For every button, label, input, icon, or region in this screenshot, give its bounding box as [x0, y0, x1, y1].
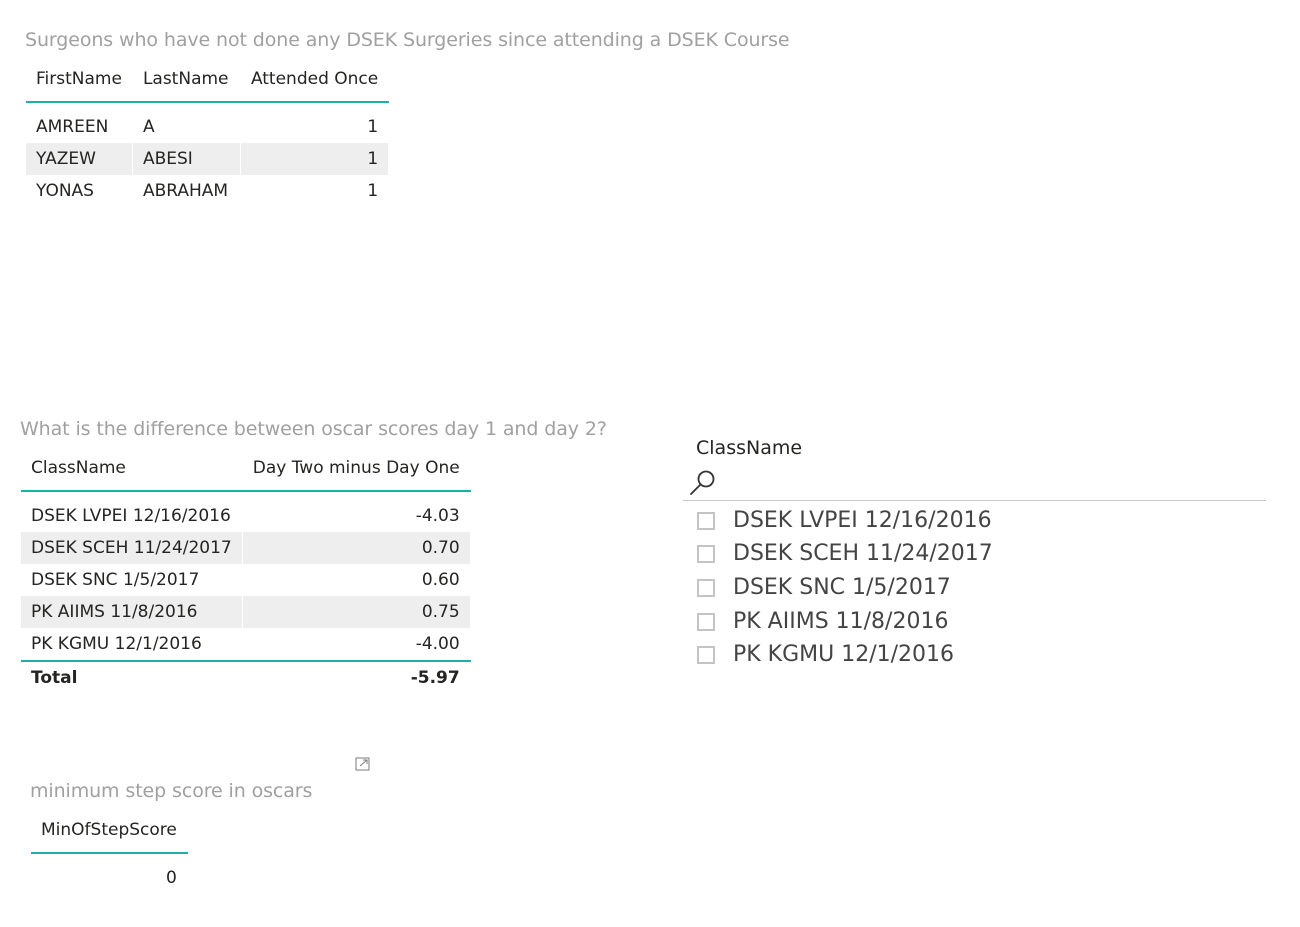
table-row[interactable]: AMREEN A 1	[26, 102, 390, 143]
total-value: -5.97	[242, 660, 471, 694]
slicer-item[interactable]: DSEK SNC 1/5/2017	[697, 575, 951, 600]
table-row[interactable]: YONAS ABRAHAM 1	[26, 175, 390, 207]
column-header-attended-once[interactable]: Attended Once	[240, 57, 390, 103]
cell-classname: PK AIIMS 11/8/2016	[21, 596, 243, 628]
checkbox[interactable]	[697, 544, 715, 563]
table-row[interactable]: YAZEW ABESI 1	[26, 143, 390, 175]
slicer-item-label: DSEK LVPEI 12/16/2016	[733, 508, 992, 533]
slicer-item[interactable]: DSEK SCEH 11/24/2017	[697, 541, 993, 566]
cell-attended-once: 1	[240, 143, 390, 175]
checkbox[interactable]	[697, 511, 715, 530]
cell-firstname: YAZEW	[26, 143, 133, 175]
cell-classname: DSEK LVPEI 12/16/2016	[21, 491, 243, 532]
cell-firstname: YONAS	[26, 175, 133, 207]
cell-day-diff: 0.70	[242, 532, 471, 564]
total-row: Total -5.97	[21, 660, 471, 694]
column-header-firstname[interactable]: FirstName	[26, 57, 133, 103]
cell-lastname: A	[132, 102, 241, 143]
table-row[interactable]: DSEK LVPEI 12/16/2016 -4.03	[21, 491, 471, 532]
cell-attended-once: 1	[240, 102, 390, 143]
surgeons-table: FirstName LastName Attended Once AMREEN …	[26, 57, 390, 207]
slicer-item[interactable]: PK KGMU 12/1/2016	[697, 642, 954, 667]
min-step-table: MinOfStepScore 0	[31, 808, 188, 894]
slicer-search-box[interactable]	[683, 466, 1266, 501]
column-header-minofstepscore[interactable]: MinOfStepScore	[31, 808, 188, 854]
oscar-diff-visual-title: What is the difference between oscar sco…	[20, 418, 607, 440]
table-row[interactable]: DSEK SNC 1/5/2017 0.60	[21, 564, 471, 596]
column-header-lastname[interactable]: LastName	[132, 57, 241, 103]
slicer-item-label: DSEK SCEH 11/24/2017	[733, 541, 993, 566]
search-icon[interactable]	[688, 469, 718, 499]
table-row[interactable]: 0	[31, 853, 188, 894]
column-header-classname[interactable]: ClassName	[21, 446, 243, 492]
cell-day-diff: 0.60	[242, 564, 471, 596]
cell-classname: PK KGMU 12/1/2016	[21, 628, 243, 661]
slicer-header: ClassName	[696, 437, 803, 459]
column-header-day-two-minus-day-one[interactable]: Day Two minus Day One	[242, 446, 471, 492]
slicer-item[interactable]: DSEK LVPEI 12/16/2016	[697, 508, 992, 533]
cell-classname: DSEK SNC 1/5/2017	[21, 564, 243, 596]
cell-minofstepscore: 0	[31, 853, 188, 894]
oscar-diff-table: ClassName Day Two minus Day One DSEK LVP…	[21, 446, 471, 694]
min-step-visual-title: minimum step score in oscars	[30, 780, 313, 802]
cell-firstname: AMREEN	[26, 102, 133, 143]
slicer-item-label: DSEK SNC 1/5/2017	[733, 575, 951, 600]
checkbox[interactable]	[697, 612, 715, 631]
cell-classname: DSEK SCEH 11/24/2017	[21, 532, 243, 564]
total-label: Total	[21, 660, 243, 694]
checkbox[interactable]	[697, 578, 715, 597]
surgeons-visual-title: Surgeons who have not done any DSEK Surg…	[25, 29, 790, 51]
cell-day-diff: -4.00	[242, 628, 471, 661]
cell-day-diff: 0.75	[242, 596, 471, 628]
slicer-item[interactable]: PK AIIMS 11/8/2016	[697, 609, 948, 634]
focus-mode-icon[interactable]	[355, 757, 371, 772]
cell-lastname: ABESI	[132, 143, 241, 175]
slicer-item-label: PK KGMU 12/1/2016	[733, 642, 955, 667]
slicer-item-label: PK AIIMS 11/8/2016	[733, 609, 949, 634]
cell-day-diff: -4.03	[242, 491, 471, 532]
cell-lastname: ABRAHAM	[132, 175, 241, 207]
table-row[interactable]: DSEK SCEH 11/24/2017 0.70	[21, 532, 471, 564]
table-row[interactable]: PK AIIMS 11/8/2016 0.75	[21, 596, 471, 628]
cell-attended-once: 1	[240, 175, 390, 207]
table-row[interactable]: PK KGMU 12/1/2016 -4.00	[21, 628, 471, 661]
checkbox[interactable]	[697, 645, 715, 664]
